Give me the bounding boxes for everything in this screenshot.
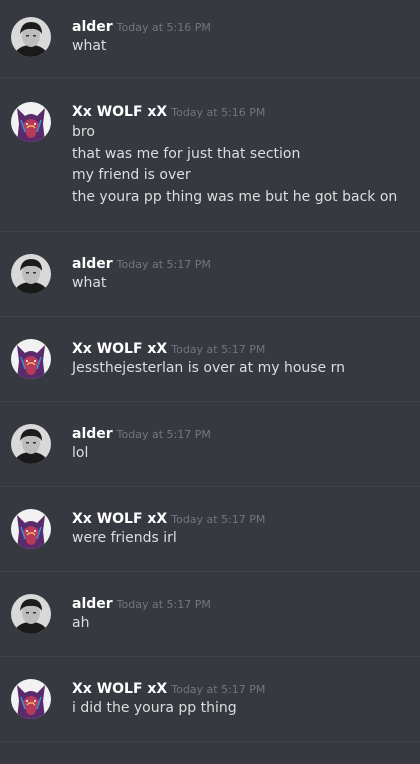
message-text: lol [72,445,89,461]
message-author[interactable]: alder [72,256,113,272]
message-timestamp: Today at 5:17 PM [171,513,266,526]
message-group: Xx WOLF xX Today at 5:17 PM were friends … [0,487,420,571]
message-timestamp: Today at 5:17 PM [171,343,266,356]
avatar-alder[interactable] [11,594,51,634]
portrait-avatar-icon [11,254,51,294]
avatar-alder[interactable] [11,424,51,464]
chat-message-list: alder Today at 5:16 PM what Xx WOLF xX Tod… [0,0,420,764]
avatar-xx-wolf-xx[interactable] [11,339,51,379]
message-text: what [72,275,107,291]
message-text: ah [72,615,90,631]
message-timestamp: Today at 5:17 PM [116,258,211,271]
message-text: the youra pp thing was me but he got bac… [72,188,398,205]
message-author[interactable]: Xx WOLF xX [72,104,167,120]
message-timestamp: Today at 5:17 PM [116,428,211,441]
wolf-avatar-icon [11,339,51,379]
message-text: i did the youra pp thing [72,700,237,716]
portrait-avatar-icon [11,594,51,634]
message-author[interactable]: Xx WOLF xX [72,681,167,697]
wolf-avatar-icon [11,102,51,142]
message-divider [0,741,420,742]
message-timestamp: Today at 5:16 PM [116,21,211,34]
message-text: were friends irl [72,530,177,546]
wolf-avatar-icon [11,509,51,549]
avatar-xx-wolf-xx[interactable] [11,102,51,142]
portrait-avatar-icon [11,17,51,57]
avatar-alder[interactable] [11,17,51,57]
message-group: Xx WOLF xX Today at 5:17 PM Jessthejester… [0,317,420,401]
message-group: alder Today at 5:17 PM lol [0,402,420,486]
message-text: my friend is over [72,167,191,183]
avatar-xx-wolf-xx[interactable] [11,679,51,719]
message-timestamp: Today at 5:17 PM [116,598,211,611]
message-author[interactable]: Xx WOLF xX [72,511,167,527]
message-text: that was me for just that section [72,145,301,162]
message-group: alder Today at 5:17 PM ah [0,572,420,656]
message-text: what [72,38,107,54]
message-text: Jessthejesterlan is over at my house rn [72,360,345,376]
message-group: alder Today at 5:17 PM what [0,232,420,316]
message-text: bro [72,124,95,140]
message-group: Xx WOLF xX Today at 5:17 PM i did the you… [0,657,420,741]
message-group: alder Today at 5:16 PM what [0,0,420,77]
message-author[interactable]: alder [72,19,113,35]
message-timestamp: Today at 5:17 PM [171,683,266,696]
wolf-avatar-icon [11,679,51,719]
avatar-xx-wolf-xx[interactable] [11,509,51,549]
portrait-avatar-icon [11,424,51,464]
message-author[interactable]: Xx WOLF xX [72,341,167,357]
message-timestamp: Today at 5:16 PM [171,106,266,119]
message-group: Xx WOLF xX Today at 5:16 PM bro that was … [0,78,420,231]
message-author[interactable]: alder [72,596,113,612]
message-author[interactable]: alder [72,426,113,442]
avatar-alder[interactable] [11,254,51,294]
